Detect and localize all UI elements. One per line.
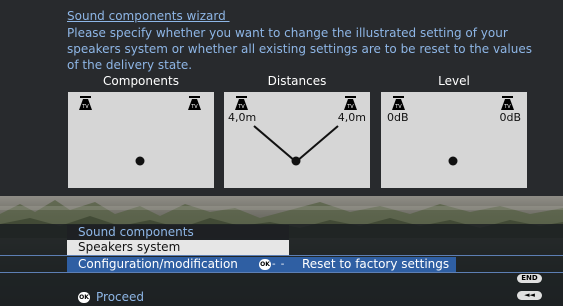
distances-panel: TV TV 4,0m 4,0m bbox=[224, 92, 370, 188]
distances-panel-label: Distances bbox=[267, 74, 327, 88]
wizard-title: Sound components wizard bbox=[67, 9, 230, 23]
listener-position bbox=[448, 156, 458, 166]
level-panel: TV TV 0dB 0dB bbox=[381, 92, 527, 188]
submenu-connector: - - bbox=[272, 259, 286, 270]
menu-item-reset-factory-settings[interactable]: Reset to factory settings bbox=[289, 257, 456, 272]
menu-item-configuration-modification[interactable]: Configuration/modification bbox=[67, 257, 289, 272]
components-panel-label: Components bbox=[103, 74, 179, 88]
menu-item-sound-components[interactable]: Sound components bbox=[67, 225, 289, 240]
wizard-description: Please specify whether you want to chang… bbox=[67, 26, 532, 72]
proceed-label[interactable]: Proceed bbox=[96, 290, 144, 305]
components-panel: TV TV bbox=[68, 92, 214, 188]
ok-key-icon: OK bbox=[259, 259, 271, 270]
menu-divider-top bbox=[0, 255, 563, 256]
menu-item-speakers-system[interactable]: Speakers system bbox=[67, 240, 289, 255]
tv-menu-screen: Sound components wizard Please specify w… bbox=[0, 0, 563, 306]
menu-divider-bottom bbox=[0, 272, 563, 273]
listener-position bbox=[135, 156, 145, 166]
level-panel-label: Level bbox=[438, 74, 470, 88]
proceed-ok-icon: OK bbox=[78, 292, 90, 303]
distance-lines bbox=[253, 125, 339, 166]
end-key-button[interactable]: END bbox=[517, 274, 542, 283]
back-key-button[interactable]: ◄◄ bbox=[517, 291, 542, 300]
